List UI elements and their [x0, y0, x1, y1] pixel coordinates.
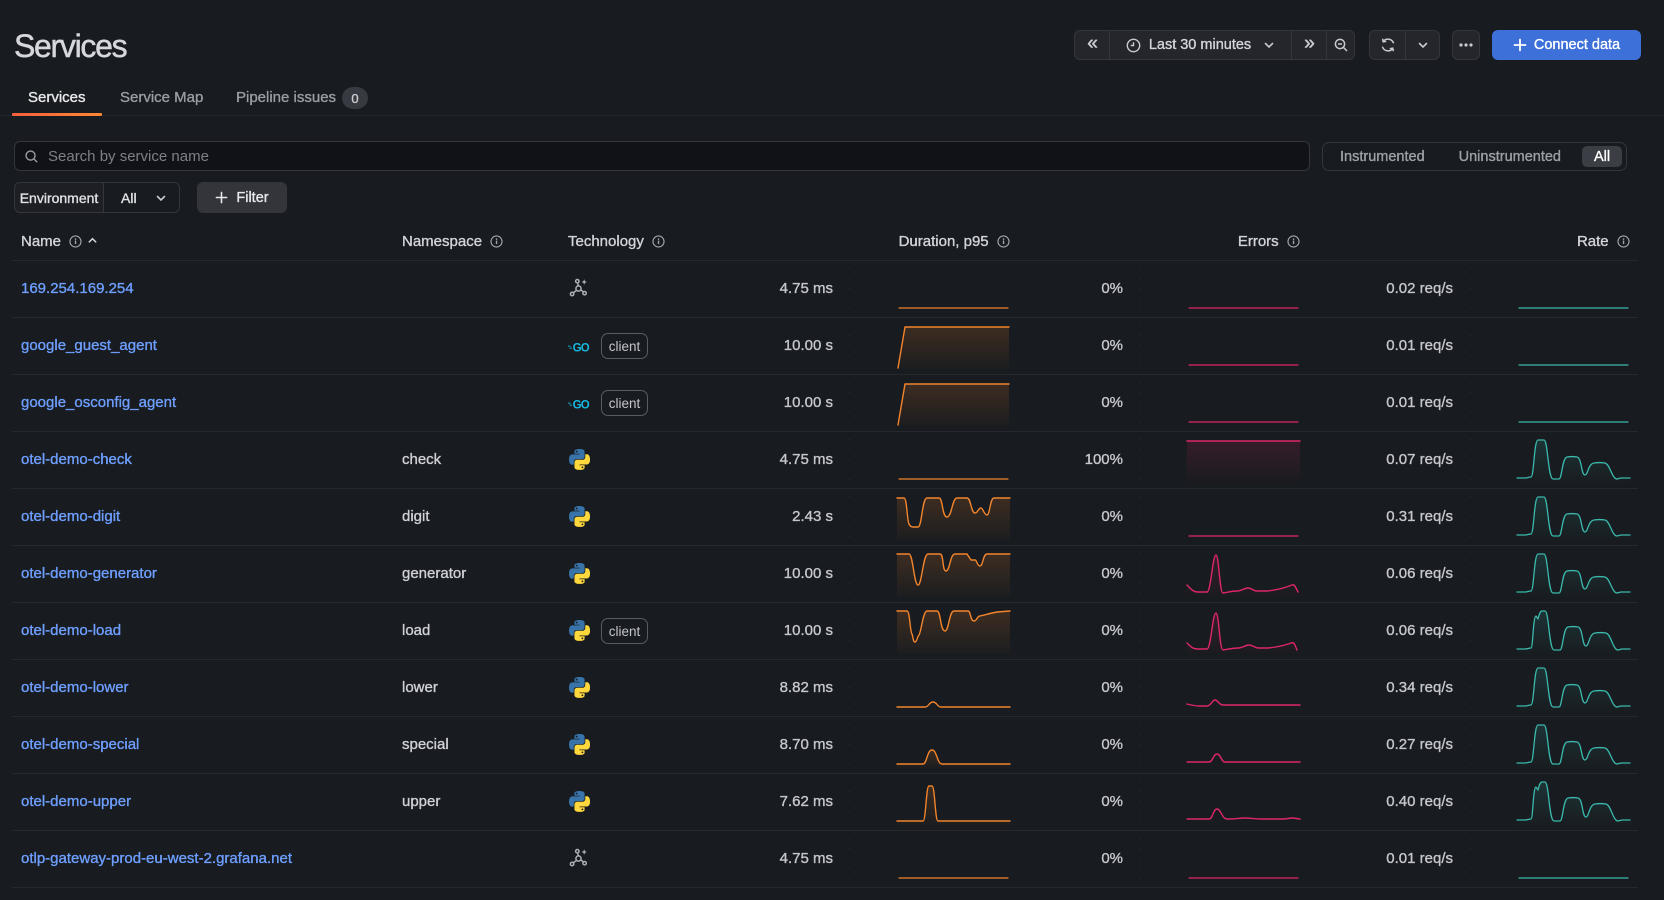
svg-text:GO: GO [573, 399, 590, 410]
svg-text:GO: GO [573, 342, 590, 353]
